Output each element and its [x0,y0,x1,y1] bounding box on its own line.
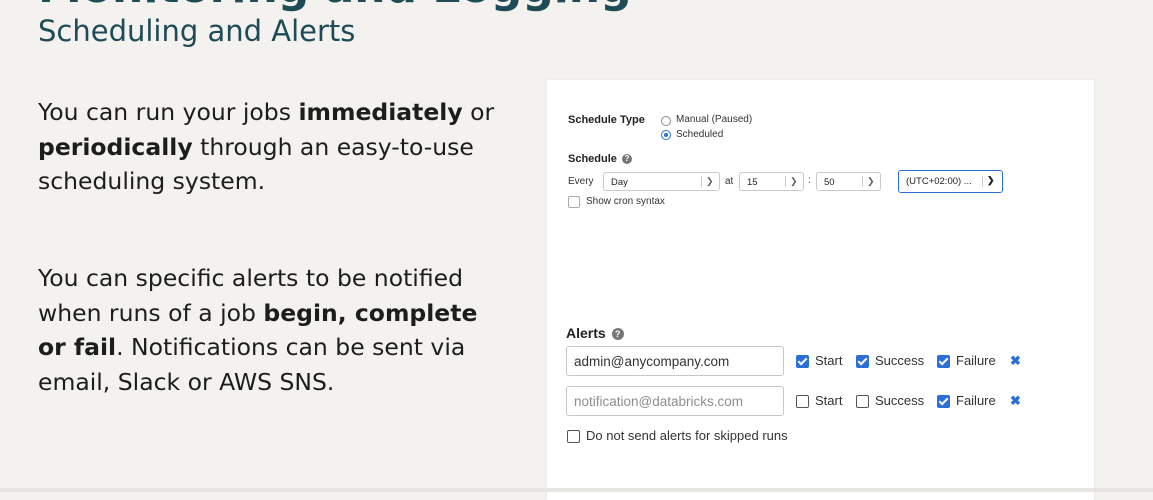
hour-select-value: 15 [747,177,758,188]
chevron-down-icon: ❯ [987,175,995,185]
alert-1-start-label: Start [815,353,843,368]
paragraph-alerts: You can specific alerts to be notified w… [38,261,508,399]
alert-email-value-1: admin@anycompany.com [574,354,730,369]
period-select-separator [701,176,702,187]
chevron-down-icon: ❯ [867,176,875,186]
radio-manual-paused[interactable] [661,116,671,126]
period-select-value: Day [611,177,628,188]
alert-1-success-label: Success [875,353,925,368]
timezone-select-separator [982,176,983,187]
alert-1-failure-checkbox[interactable] [937,355,950,368]
alerts-help-icon[interactable]: ? [611,328,624,340]
para1-bold-periodically: periodically [38,132,193,161]
minute-select-value: 50 [824,177,835,188]
hour-select[interactable]: 15 ❯ [739,172,804,191]
alert-2-failure-checkbox[interactable] [937,395,950,408]
radio-scheduled[interactable] [661,130,671,140]
hour-select-separator [785,176,786,187]
slide-subtitle: Scheduling and Alerts [38,14,356,48]
para1-bold-immediately: immediately [298,98,463,126]
para1-text-1: You can run your jobs [38,98,299,126]
minute-select-separator [862,176,863,187]
job-settings-panel: Schedule Type Manual (Paused) Scheduled … [547,80,1094,500]
paragraph-run-jobs: You can run your jobs immediately or per… [38,95,508,199]
timezone-select[interactable]: (UTC+02:00) ... ❯ [898,170,1003,193]
alert-2-success-checkbox[interactable] [856,395,869,408]
alert-2-remove-icon[interactable]: ✖ [1010,393,1021,409]
alert-2-start-checkbox[interactable] [796,395,809,408]
time-colon: : [808,175,811,186]
alert-1-failure-label: Failure [956,353,996,368]
alert-2-start-label: Start [815,393,843,408]
alert-email-placeholder-2: notification@databricks.com [574,394,744,409]
chevron-down-icon: ❯ [790,176,798,186]
alert-email-field-2[interactable]: notification@databricks.com [566,386,784,416]
alert-2-success-label: Success [875,393,925,408]
schedule-label: Schedule ? [568,153,632,165]
para1-text-2: or [462,98,495,126]
period-select[interactable]: Day ❯ [603,172,720,191]
alerts-label: Alerts ? [566,325,624,341]
radio-scheduled-label: Scheduled [676,129,724,140]
slide-heading: Monitoring and Logging [38,0,632,13]
every-label: Every [568,176,594,187]
alert-1-remove-icon[interactable]: ✖ [1010,353,1021,369]
at-label: at [725,176,734,187]
skip-alerts-checkbox[interactable] [567,430,580,443]
alert-email-field-1[interactable]: admin@anycompany.com [566,346,784,376]
radio-manual-label: Manual (Paused) [676,114,753,125]
alert-1-success-checkbox[interactable] [856,355,869,368]
minute-select[interactable]: 50 ❯ [816,172,881,191]
alert-1-start-checkbox[interactable] [796,355,809,368]
schedule-label-text: Schedule [568,153,617,165]
show-cron-checkbox[interactable] [568,196,580,208]
schedule-help-icon[interactable]: ? [621,154,632,164]
alerts-label-text: Alerts [566,325,606,341]
skip-alerts-label: Do not send alerts for skipped runs [586,428,788,443]
schedule-type-label: Schedule Type [568,114,645,126]
bottom-divider [0,488,1153,492]
alert-2-failure-label: Failure [956,393,996,408]
show-cron-label: Show cron syntax [586,196,665,207]
chevron-down-icon: ❯ [706,176,714,186]
timezone-select-value: (UTC+02:00) ... [906,176,972,187]
